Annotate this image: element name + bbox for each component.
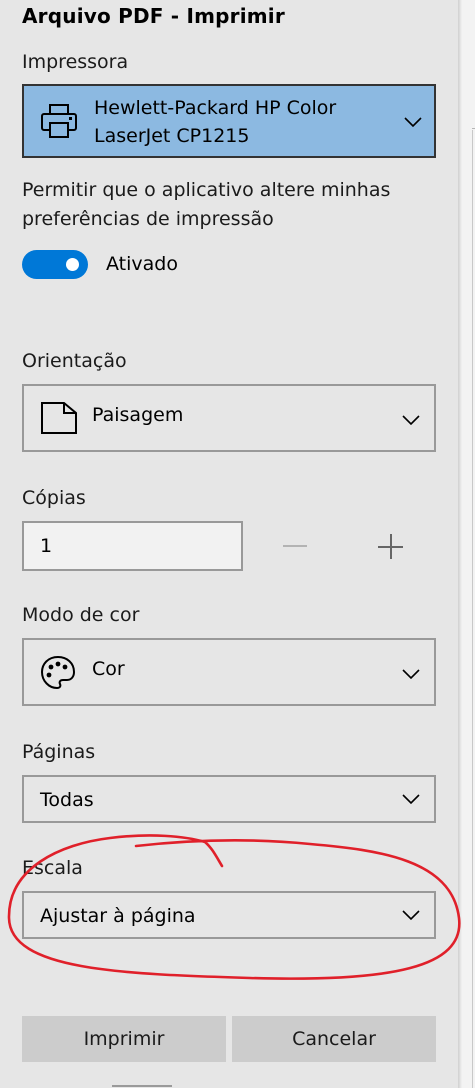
decrease-copies-icon[interactable] [283,545,307,547]
copies-value: 1 [40,535,53,557]
printer-select[interactable]: Hewlett-Packard HP Color LaserJet CP1215 [22,84,436,158]
increase-copies-icon[interactable] [378,534,403,559]
print-dialog-panel: Arquivo PDF - Imprimir Impressora Hewlet… [0,0,458,1088]
copies-label: Cópias [22,487,86,509]
color-mode-value: Cor [92,658,125,680]
cancel-button[interactable]: Cancelar [232,1016,436,1062]
print-button[interactable]: Imprimir [22,1016,226,1062]
printer-name-line2: LaserJet CP1215 [94,125,250,147]
orientation-value: Paisagem [92,404,184,426]
chevron-down-icon [402,415,420,426]
pages-value: Todas [40,789,94,811]
chevron-down-icon [404,117,422,128]
color-mode-label: Modo de cor [22,604,140,626]
scale-label: Escala [22,857,83,879]
orientation-label: Orientação [22,350,127,372]
orientation-select[interactable]: Paisagem [22,384,436,452]
chevron-down-icon [402,794,420,805]
preferences-toggle[interactable] [22,250,88,279]
scale-select[interactable]: Ajustar à página [22,891,436,939]
dialog-title: Arquivo PDF - Imprimir [22,4,285,28]
chevron-down-icon [402,910,420,921]
printer-icon [41,104,77,138]
printer-name-line1: Hewlett-Packard HP Color [94,97,337,119]
edge-shadow [458,0,462,1088]
landscape-page-icon [41,402,77,434]
printer-name: Hewlett-Packard HP Color LaserJet CP1215 [94,94,374,150]
scale-value: Ajustar à página [40,905,196,927]
background-content-peek [112,1082,172,1088]
edge-rule [472,130,473,1088]
preferences-toggle-label: Ativado [106,253,178,275]
printer-label: Impressora [22,51,129,73]
chevron-down-icon [402,669,420,680]
copies-input[interactable]: 1 [22,521,243,571]
window-edge [458,0,475,1088]
pages-select[interactable]: Todas [22,775,436,823]
preferences-description: Permitir que o aplicativo altere minhas … [22,179,391,230]
color-mode-select[interactable]: Cor [22,638,436,706]
toggle-knob [66,258,79,271]
pages-label: Páginas [22,741,96,763]
palette-icon [40,655,76,690]
